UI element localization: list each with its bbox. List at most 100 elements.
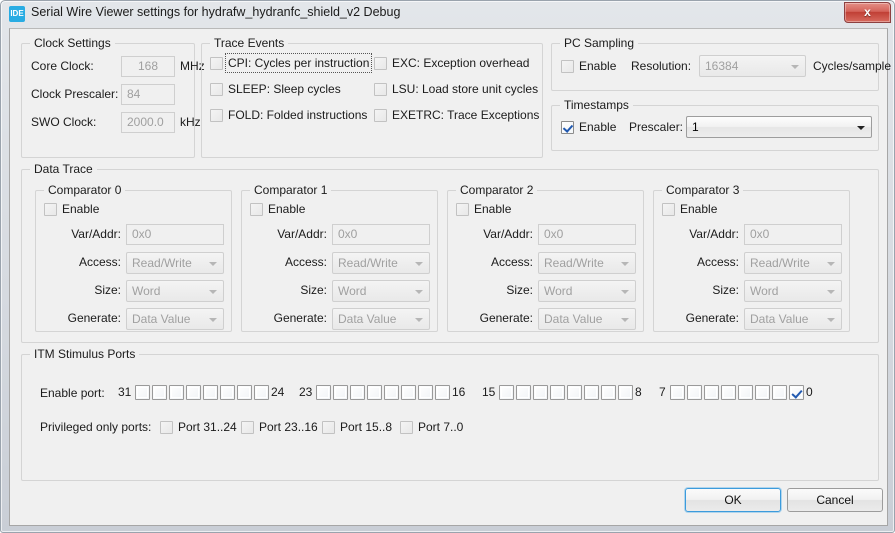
port-checkbox-31[interactable] [135,385,150,400]
comparator-0-generate-select[interactable]: Data Value [126,308,224,330]
comparator-1-generate-select[interactable]: Data Value [332,308,430,330]
comparator-3-var-addr-label: Var/Addr: [689,227,739,241]
ok-button[interactable]: OK [685,488,781,512]
title-bar[interactable]: IDE Serial Wire Viewer settings for hydr… [1,1,894,28]
comparator-1-access-label: Access: [284,255,327,269]
clock-prescaler-input[interactable]: 84 [121,84,175,105]
clock-prescaler-label: Clock Prescaler: [31,87,119,101]
checkbox-sleep[interactable] [210,83,223,96]
close-icon[interactable]: x [844,2,891,23]
trace-event-exc-label: EXC: Exception overhead [392,56,530,70]
port-checkbox-17[interactable] [418,385,433,400]
core-clock-input[interactable]: 168 [121,56,175,77]
checkbox-privileged-31-24[interactable] [160,421,173,434]
port-checkbox-11[interactable] [567,385,582,400]
comparator-1-var-addr-input[interactable]: 0x0 [332,224,430,245]
port-checkbox-20[interactable] [367,385,382,400]
privileged-only-ports-label: Privileged only ports: [40,420,152,434]
trace-event-exetrc-label: EXETRC: Trace Exceptions [392,108,540,122]
port-checkbox-16[interactable] [435,385,450,400]
group-trace-events: Trace Events CPI: Cycles per instruction… [201,36,543,158]
checkbox-comparator-2-enable[interactable] [456,203,469,216]
port-checkbox-30[interactable] [152,385,167,400]
pc-sampling-resolution-select[interactable]: 16384 [699,55,806,77]
checkbox-privileged-7-0[interactable] [400,421,413,434]
chevron-down-icon [827,290,835,294]
chevron-down-icon [621,290,629,294]
group-timestamps: Timestamps Enable Prescaler: 1 [551,98,879,151]
port-checkbox-19[interactable] [384,385,399,400]
comparator-1-size-label: Size: [300,283,327,297]
group-comparator-3: Comparator 3 Enable Var/Addr: 0x0 Access… [653,183,850,332]
checkbox-cpi[interactable] [210,57,223,70]
checkbox-privileged-23-16[interactable] [241,421,254,434]
comparator-0-access-select[interactable]: Read/Write [126,252,224,274]
comparator-0-size-select[interactable]: Word [126,280,224,302]
chevron-down-icon [857,126,865,130]
port-checkbox-18[interactable] [401,385,416,400]
port-checkbox-24[interactable] [254,385,269,400]
checkbox-comparator-1-enable[interactable] [250,203,263,216]
port-checkbox-2[interactable] [755,385,770,400]
comparator-3-size-select[interactable]: Word [744,280,842,302]
swo-clock-label: SWO Clock: [31,115,97,129]
port-checkbox-27[interactable] [203,385,218,400]
checkbox-lsu[interactable] [374,83,387,96]
group-pc-sampling: PC Sampling Enable Resolution: 16384 Cyc… [551,36,891,91]
port-checkbox-29[interactable] [169,385,184,400]
checkbox-fold[interactable] [210,109,223,122]
comparator-3-generate-label: Generate: [685,311,739,325]
comparator-3-var-addr-input[interactable]: 0x0 [744,224,842,245]
port-checkbox-8[interactable] [618,385,633,400]
privileged-port-15-8-label: Port 15..8 [340,420,393,434]
port-checkbox-9[interactable] [601,385,616,400]
chevron-down-icon [209,290,217,294]
checkbox-exc[interactable] [374,57,387,70]
comparator-2-size-select[interactable]: Word [538,280,636,302]
port-checkbox-0[interactable] [789,385,804,400]
pc-sampling-resolution-value: 16384 [705,59,739,73]
comparator-0-var-addr-input[interactable]: 0x0 [126,224,224,245]
comparator-2-generate-value: Data Value [544,312,603,326]
port-checkbox-7[interactable] [670,385,685,400]
comparator-2-size-label: Size: [506,283,533,297]
core-clock-label: Core Clock: [31,59,94,73]
comparator-2-generate-select[interactable]: Data Value [538,308,636,330]
comparator-2-var-addr-input[interactable]: 0x0 [538,224,636,245]
port-checkbox-5[interactable] [704,385,719,400]
port-checkbox-12[interactable] [550,385,565,400]
checkbox-timestamps-enable[interactable] [561,121,574,134]
port-checkbox-21[interactable] [350,385,365,400]
timestamps-prescaler-select[interactable]: 1 [686,116,872,138]
port-checkbox-4[interactable] [721,385,736,400]
port-checkbox-25[interactable] [237,385,252,400]
checkbox-comparator-3-enable[interactable] [662,203,675,216]
port-checkbox-3[interactable] [738,385,753,400]
port-checkbox-10[interactable] [584,385,599,400]
port-checkbox-13[interactable] [533,385,548,400]
comparator-3-generate-select[interactable]: Data Value [744,308,842,330]
comparator-1-access-select[interactable]: Read/Write [332,252,430,274]
port-checkbox-23[interactable] [316,385,331,400]
group-title-pc-sampling: PC Sampling [560,36,639,50]
checkbox-pc-sampling-enable[interactable] [561,60,574,73]
port-checkbox-14[interactable] [516,385,531,400]
comparator-3-generate-value: Data Value [750,312,809,326]
checkbox-exetrc[interactable] [374,109,387,122]
comparator-1-size-select[interactable]: Word [332,280,430,302]
group-title-data-trace: Data Trace [30,162,97,176]
port-checkbox-6[interactable] [687,385,702,400]
port-checkbox-15[interactable] [499,385,514,400]
comparator-0-generate-value: Data Value [132,312,191,326]
port-checkbox-28[interactable] [186,385,201,400]
port-checkbox-1[interactable] [772,385,787,400]
comparator-2-access-select[interactable]: Read/Write [538,252,636,274]
port-checkbox-22[interactable] [333,385,348,400]
swo-clock-input[interactable]: 2000.0 [121,112,175,133]
checkbox-comparator-0-enable[interactable] [44,203,57,216]
port-checkbox-26[interactable] [220,385,235,400]
cancel-button[interactable]: Cancel [787,488,883,512]
chevron-down-icon [415,262,423,266]
checkbox-privileged-15-8[interactable] [322,421,335,434]
comparator-3-access-select[interactable]: Read/Write [744,252,842,274]
